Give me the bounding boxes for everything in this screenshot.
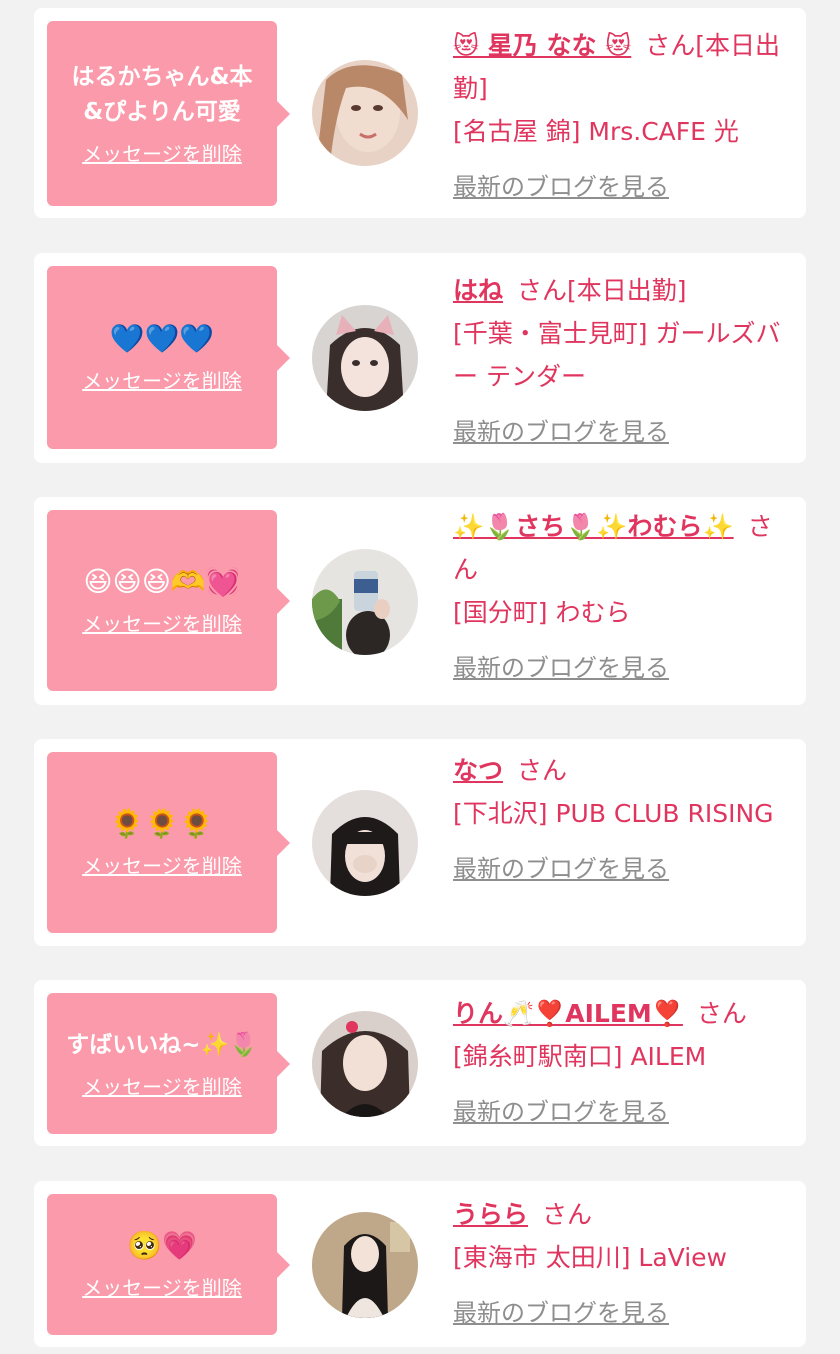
delete-message-link[interactable]: メッセージを削除 [82, 1071, 242, 1100]
delete-message-link[interactable]: メッセージを削除 [82, 365, 242, 394]
delete-message-link[interactable]: メッセージを削除 [82, 1272, 242, 1301]
shop-name: [千葉・富士見町] ガールズバー テンダー [453, 319, 781, 391]
shop-name: [名古屋 錦] Mrs.CAFE 光 [453, 117, 739, 146]
profile-name-link[interactable]: りん🥂❣️AILEM❣️ [453, 999, 683, 1028]
latest-blog-link[interactable]: 最新のブログを見る [453, 166, 783, 209]
message-text: 🥺💗 [127, 1229, 197, 1262]
latest-blog-link[interactable]: 最新のブログを見る [453, 411, 783, 454]
message-card: 🥺💗 メッセージを削除 うらら さん [東海市 太田川] LaView 最新のブロ… [34, 1181, 806, 1347]
profile-name-link[interactable]: はね [453, 276, 503, 305]
message-bubble: 😆😆😆🫶💓 メッセージを削除 [47, 510, 277, 691]
delete-message-link[interactable]: メッセージを削除 [82, 138, 242, 167]
shop-name: [下北沢] PUB CLUB RISING [453, 799, 774, 828]
shop-name: [錦糸町駅南口] AILEM [453, 1042, 707, 1071]
message-text: 😆😆😆🫶💓 [83, 565, 241, 598]
message-text: 🌻🌻🌻 [109, 807, 215, 840]
honorific-label: さん [542, 1200, 593, 1229]
latest-blog-link[interactable]: 最新のブログを見る [453, 647, 783, 690]
message-card: すばいいね~✨🌷 メッセージを削除 りん🥂❣️AILEM❣️ さん [錦糸町駅南口… [34, 980, 806, 1146]
message-card: 😆😆😆🫶💓 メッセージを削除 ✨🌷さち🌷✨わむら✨ さん [国分町] わむら 最新… [34, 497, 806, 705]
profile-name-link[interactable]: 😻 星乃 なな 😻 [453, 31, 631, 60]
attendance-status: [本日出勤] [567, 276, 687, 305]
honorific-label: さん [517, 756, 568, 785]
avatar[interactable] [312, 790, 418, 896]
profile-info: りん🥂❣️AILEM❣️ さん [錦糸町駅南口] AILEM 最新のブログを見る [453, 992, 783, 1134]
profile-info: なつ さん [下北沢] PUB CLUB RISING 最新のブログを見る [453, 749, 783, 891]
avatar[interactable] [312, 1011, 418, 1117]
shop-name: [東海市 太田川] LaView [453, 1243, 727, 1272]
profile-info: うらら さん [東海市 太田川] LaView 最新のブログを見る [453, 1193, 783, 1335]
latest-blog-link[interactable]: 最新のブログを見る [453, 848, 783, 891]
delete-message-link[interactable]: メッセージを削除 [82, 608, 242, 637]
message-card: はるかちゃん&本 &ぴよりん可愛 メッセージを削除 😻 星乃 なな 😻 さん[本日… [34, 8, 806, 218]
avatar[interactable] [312, 1212, 418, 1318]
message-text: はるかちゃん&本 &ぴよりん可愛 [71, 64, 253, 125]
latest-blog-link[interactable]: 最新のブログを見る [453, 1292, 783, 1335]
latest-blog-link[interactable]: 最新のブログを見る [453, 1091, 783, 1134]
message-bubble: 🌻🌻🌻 メッセージを削除 [47, 752, 277, 933]
message-bubble: はるかちゃん&本 &ぴよりん可愛 メッセージを削除 [47, 21, 277, 206]
avatar[interactable] [312, 305, 418, 411]
shop-name: [国分町] わむら [453, 598, 631, 627]
profile-name-link[interactable]: ✨🌷さち🌷✨わむら✨ [453, 512, 734, 541]
message-bubble: 💙💙💙 メッセージを削除 [47, 266, 277, 449]
message-text: 💙💙💙 [109, 322, 215, 355]
profile-info: ✨🌷さち🌷✨わむら✨ さん [国分町] わむら 最新のブログを見る [453, 505, 783, 690]
message-bubble: すばいいね~✨🌷 メッセージを削除 [47, 993, 277, 1134]
profile-info: はね さん[本日出勤] [千葉・富士見町] ガールズバー テンダー 最新のブログを… [453, 269, 783, 454]
honorific-label: さん [645, 31, 696, 60]
delete-message-link[interactable]: メッセージを削除 [82, 850, 242, 879]
profile-name-link[interactable]: なつ [453, 756, 503, 785]
profile-info: 😻 星乃 なな 😻 さん[本日出勤] [名古屋 錦] Mrs.CAFE 光 最新の… [453, 24, 783, 209]
profile-name-link[interactable]: うらら [453, 1200, 528, 1229]
message-text: すばいいね~✨🌷 [66, 1031, 258, 1058]
honorific-label: さん [517, 276, 568, 305]
message-bubble: 🥺💗 メッセージを削除 [47, 1194, 277, 1335]
message-card: 💙💙💙 メッセージを削除 はね さん[本日出勤] [千葉・富士見町] ガールズバー… [34, 253, 806, 463]
avatar[interactable] [312, 60, 418, 166]
message-card: 🌻🌻🌻 メッセージを削除 なつ さん [下北沢] PUB CLUB RISING … [34, 739, 806, 946]
avatar[interactable] [312, 549, 418, 655]
honorific-label: さん [696, 999, 747, 1028]
